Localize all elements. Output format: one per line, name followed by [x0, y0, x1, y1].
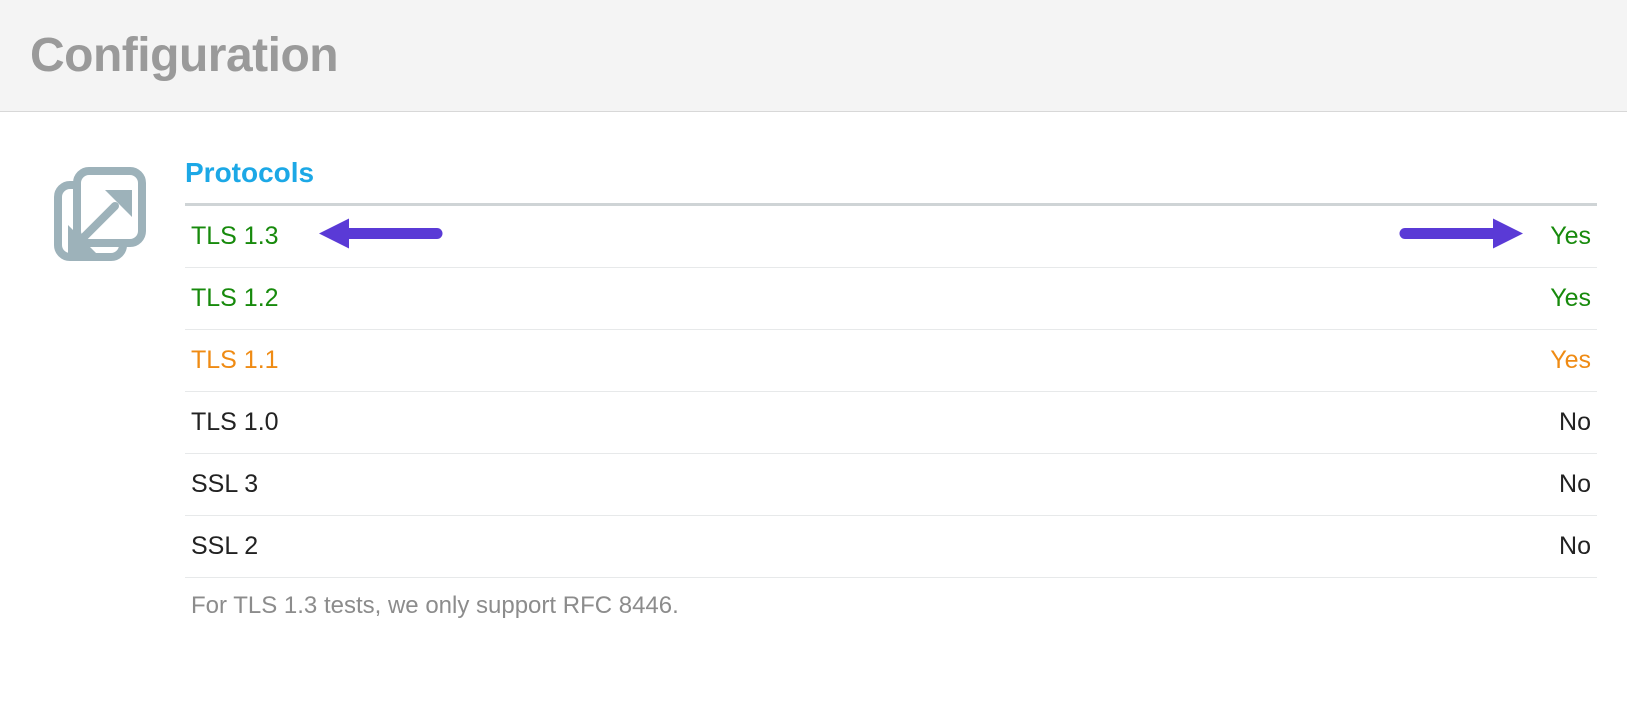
protocol-name: SSL 3 [191, 470, 258, 499]
annotation-arrow-right-icon [1397, 214, 1527, 259]
protocol-name: TLS 1.2 [191, 284, 279, 313]
protocol-row: SSL 2 No [185, 516, 1597, 578]
protocol-value: No [1559, 470, 1591, 499]
page-header: Configuration [0, 0, 1627, 112]
protocol-value: No [1559, 532, 1591, 561]
page-title: Configuration [30, 28, 1597, 83]
protocol-row: TLS 1.2 Yes [185, 268, 1597, 330]
content-area: Protocols TLS 1.3 Yes TLS 1.2 Yes TLS 1.1 Yes… [0, 112, 1627, 650]
protocol-row: SSL 3 No [185, 454, 1597, 516]
protocol-row: TLS 1.0 No [185, 392, 1597, 454]
section-title: Protocols [185, 157, 1597, 206]
protocol-name: TLS 1.1 [191, 346, 279, 375]
protocols-section: Protocols TLS 1.3 Yes TLS 1.2 Yes TLS 1.1 Yes… [185, 157, 1597, 620]
protocol-row: TLS 1.1 Yes [185, 330, 1597, 392]
protocol-name: TLS 1.0 [191, 408, 279, 437]
protocol-name: TLS 1.3 [191, 222, 279, 251]
protocols-icon [50, 163, 150, 265]
protocol-value: Yes [1550, 284, 1591, 313]
protocol-row: TLS 1.3 Yes [185, 206, 1597, 268]
protocols-table: TLS 1.3YesTLS 1.2YesTLS 1.1YesTLS 1.0NoS… [185, 206, 1597, 578]
protocol-value: No [1559, 408, 1591, 437]
section-icon-column [50, 157, 150, 620]
protocol-name: SSL 2 [191, 532, 258, 561]
section-note: For TLS 1.3 tests, we only support RFC 8… [185, 578, 1597, 620]
annotation-arrow-left-icon [315, 214, 445, 259]
protocol-value: Yes [1550, 346, 1591, 375]
protocol-value: Yes [1550, 222, 1591, 251]
